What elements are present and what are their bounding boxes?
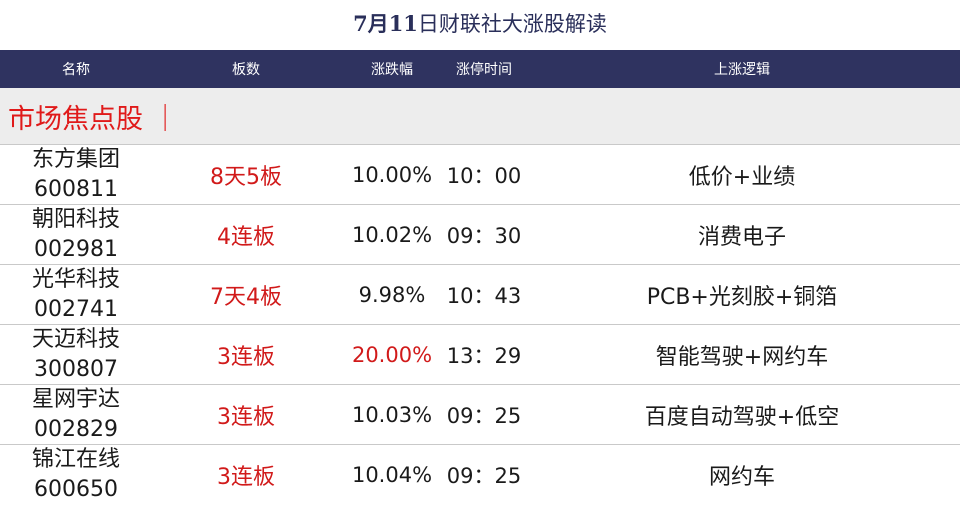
stock-name: 星网宇达	[31, 386, 120, 412]
stock-name: 东方集团	[31, 146, 120, 172]
rise-logic: 百度自动驾驶+低空	[644, 404, 840, 430]
stock-code: 002741	[34, 296, 118, 322]
stock-code: 600811	[34, 176, 118, 202]
change-pct: 10.03%	[351, 402, 433, 427]
rise-logic: 智能驾驶+网约车	[655, 344, 829, 370]
board-count: 3连板	[217, 344, 275, 370]
stock-name-cell: 光华科技 002741	[0, 265, 152, 325]
table-row: 光华科技 002741 7天4板 9.98% 10：43 PCB+光刻胶+铜箔	[0, 265, 960, 325]
stock-table: 东方集团 600811 8天5板 10.00% 10：00 低价+业绩 朝阳科技…	[0, 145, 960, 504]
table-row: 星网宇达 002829 3连板 10.03% 09：25 百度自动驾驶+低空	[0, 385, 960, 445]
limit-time: 10：43	[446, 283, 522, 308]
table-row: 朝阳科技 002981 4连板 10.02% 09：30 消费电子	[0, 205, 960, 265]
board-count: 3连板	[217, 464, 275, 490]
change-pct: 9.98%	[358, 282, 426, 307]
rise-logic: 网约车	[708, 464, 775, 490]
table-row: 东方集团 600811 8天5板 10.00% 10：00 低价+业绩	[0, 145, 960, 205]
stock-name-cell: 锦江在线 600650	[0, 445, 152, 505]
header-logic: 上涨逻辑	[714, 62, 770, 78]
change-pct: 10.04%	[351, 462, 433, 487]
stock-code: 002981	[34, 236, 118, 262]
limit-time: 09：30	[446, 223, 522, 248]
limit-time: 10：00	[446, 163, 522, 188]
table-row: 锦江在线 600650 3连板 10.04% 09：25 网约车	[0, 445, 960, 504]
change-pct: 10.00%	[351, 162, 433, 187]
rise-logic: PCB+光刻胶+铜箔	[646, 284, 838, 310]
board-count: 3连板	[217, 404, 275, 430]
stock-name: 天迈科技	[31, 326, 120, 352]
section-label: 市场焦点股 ｜	[0, 88, 960, 145]
board-count: 8天5板	[210, 164, 282, 190]
stock-code: 002829	[34, 416, 118, 442]
change-pct: 10.02%	[351, 222, 433, 247]
title-date: 7月11	[353, 11, 418, 36]
table-header: 名称 板数 涨跌幅 涨停时间 上涨逻辑	[0, 50, 960, 88]
page-title: 7月11日财联社大涨股解读	[0, 0, 960, 50]
stock-name-cell: 东方集团 600811	[0, 145, 152, 205]
header-limit-time: 涨停时间	[456, 62, 512, 78]
rise-logic: 消费电子	[697, 224, 786, 250]
stock-name: 朝阳科技	[31, 206, 120, 232]
stock-name: 锦江在线	[31, 446, 120, 472]
board-count: 7天4板	[210, 284, 282, 310]
rise-logic: 低价+业绩	[688, 164, 796, 190]
header-boards: 板数	[232, 62, 260, 78]
stock-code: 300807	[34, 356, 118, 382]
change-pct: 20.00%	[351, 342, 433, 367]
table-row: 天迈科技 300807 3连板 20.00% 13：29 智能驾驶+网约车	[0, 325, 960, 385]
limit-time: 13：29	[446, 343, 522, 368]
stock-code: 600650	[34, 476, 118, 502]
header-name: 名称	[62, 62, 90, 78]
board-count: 4连板	[217, 224, 275, 250]
header-change: 涨跌幅	[371, 62, 413, 78]
limit-time: 09：25	[446, 403, 522, 428]
stock-name-cell: 天迈科技 300807	[0, 325, 152, 385]
title-text: 日财联社大涨股解读	[417, 12, 607, 36]
stock-name-cell: 朝阳科技 002981	[0, 205, 152, 265]
stock-name-cell: 星网宇达 002829	[0, 385, 152, 445]
limit-time: 09：25	[446, 463, 522, 488]
stock-name: 光华科技	[31, 266, 120, 292]
